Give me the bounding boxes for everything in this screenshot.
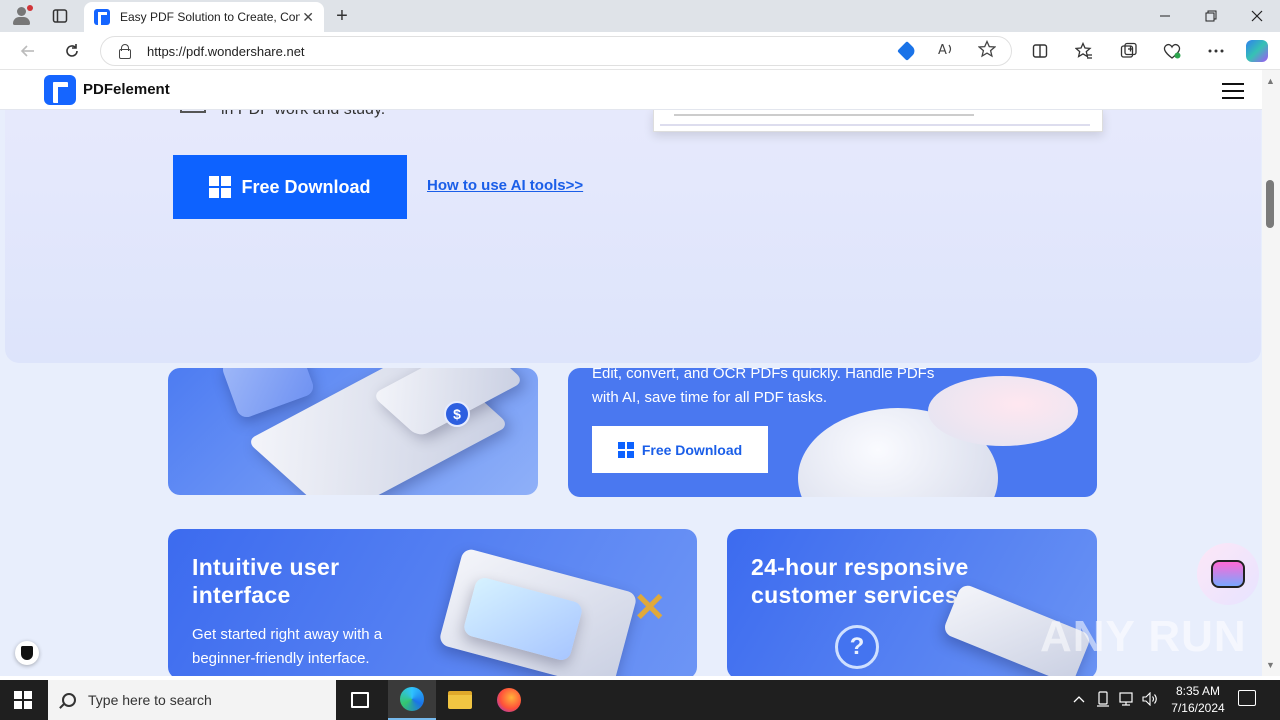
collections-icon[interactable] bbox=[1117, 40, 1141, 62]
pdfelement-logo-icon[interactable] bbox=[44, 75, 76, 105]
feature-card-convert: Edit, convert, and OCR PDFs quickly. Han… bbox=[568, 368, 1097, 497]
taskbar-clock[interactable]: 8:35 AM 7/16/2024 bbox=[1160, 683, 1236, 717]
show-hidden-icons-chevron-icon[interactable] bbox=[1070, 690, 1088, 708]
convert-text-line1: Edit, convert, and OCR PDFs quickly. Han… bbox=[592, 368, 935, 382]
browser-titlebar: Easy PDF Solution to Create, Con ✕ + bbox=[0, 0, 1280, 32]
favorite-star-icon[interactable] bbox=[977, 39, 997, 59]
read-aloud-icon[interactable]: A bbox=[937, 39, 957, 59]
pedestal-top-illustration bbox=[928, 376, 1078, 446]
hero-download-label: Free Download bbox=[241, 176, 371, 197]
wondershare-favicon-icon bbox=[94, 9, 110, 25]
restore-icon[interactable] bbox=[1188, 0, 1234, 32]
page-viewport: in PDF work and study. Free Download How… bbox=[0, 70, 1262, 676]
menu-hamburger-icon[interactable] bbox=[1222, 83, 1244, 99]
task-view-icon[interactable] bbox=[336, 680, 384, 720]
chat-assistant-icon[interactable] bbox=[1197, 543, 1259, 605]
tab-close-icon[interactable]: ✕ bbox=[302, 9, 314, 26]
scrollbar-thumb[interactable] bbox=[1266, 180, 1274, 228]
refresh-icon[interactable] bbox=[60, 39, 84, 63]
search-icon bbox=[62, 693, 76, 707]
taskbar-date: 7/16/2024 bbox=[1171, 701, 1225, 715]
taskbar-search-box[interactable]: Type here to search bbox=[48, 680, 336, 720]
taskbar-search-placeholder: Type here to search bbox=[88, 692, 212, 708]
dollar-coin-icon: $ bbox=[444, 401, 470, 427]
card-free-download-button[interactable]: Free Download bbox=[592, 426, 768, 473]
svg-text:A: A bbox=[938, 43, 947, 57]
volume-icon[interactable] bbox=[1141, 690, 1159, 708]
ui-text-line1: Get started right away with a bbox=[192, 626, 383, 643]
file-explorer-icon[interactable] bbox=[436, 680, 484, 720]
address-bar[interactable]: https://pdf.wondershare.net bbox=[100, 36, 1012, 66]
tab-title: Easy PDF Solution to Create, Con bbox=[120, 10, 300, 24]
favorites-icon[interactable] bbox=[1072, 40, 1096, 62]
scroll-up-icon[interactable]: ▲ bbox=[1266, 76, 1275, 86]
app-screenshot-mockup bbox=[653, 108, 1103, 132]
windows-start-icon[interactable] bbox=[14, 691, 32, 709]
ui-title-line1: Intuitive user bbox=[192, 554, 340, 580]
how-to-use-ai-link[interactable]: How to use AI tools>> bbox=[427, 177, 583, 194]
url-text: https://pdf.wondershare.net bbox=[147, 43, 305, 59]
site-header: PDFelement bbox=[0, 70, 1262, 110]
cross-shape-illustration: ✕ bbox=[633, 586, 667, 630]
feature-card-intuitive-ui: Intuitive user interface Get started rig… bbox=[168, 529, 697, 676]
minimize-icon[interactable] bbox=[1142, 0, 1188, 32]
windows-logo-icon bbox=[209, 176, 232, 198]
taskbar-time: 8:35 AM bbox=[1175, 684, 1221, 698]
site-logo-text[interactable]: PDFelement bbox=[83, 81, 170, 98]
question-mark-icon: ? bbox=[835, 625, 879, 669]
support-title-line1: 24-hour responsive bbox=[751, 554, 969, 580]
ui-text-line2: beginner-friendly interface. bbox=[192, 650, 370, 667]
device-tray-icon[interactable] bbox=[1094, 690, 1112, 708]
hero-free-download-button[interactable]: Free Download bbox=[173, 155, 407, 219]
shopping-tag-icon[interactable] bbox=[897, 39, 917, 61]
anyrun-watermark: ANY RUN bbox=[1040, 612, 1247, 661]
page-scrollbar[interactable]: ▲ ▼ bbox=[1262, 70, 1280, 676]
hero-section: in PDF work and study. Free Download How… bbox=[5, 70, 1261, 363]
lock-icon[interactable] bbox=[117, 44, 131, 59]
ui-title-line2: interface bbox=[192, 582, 291, 608]
firefox-taskbar-icon[interactable] bbox=[485, 680, 533, 720]
card-download-label: Free Download bbox=[641, 441, 743, 458]
profile-icon[interactable] bbox=[10, 4, 34, 28]
tab-actions-icon[interactable] bbox=[48, 4, 72, 28]
windows-logo-icon bbox=[617, 441, 634, 458]
window-close-icon[interactable] bbox=[1234, 0, 1280, 32]
privacy-shield-icon[interactable] bbox=[15, 641, 39, 665]
scroll-down-icon[interactable]: ▼ bbox=[1266, 660, 1275, 670]
copilot-icon[interactable] bbox=[1245, 40, 1269, 62]
tab-pdfelement[interactable]: Easy PDF Solution to Create, Con ✕ bbox=[84, 2, 324, 32]
support-title-line2: customer services bbox=[751, 582, 959, 608]
split-screen-icon[interactable] bbox=[1028, 40, 1052, 62]
browser-essentials-icon[interactable] bbox=[1160, 40, 1184, 62]
network-icon[interactable] bbox=[1117, 690, 1135, 708]
back-icon[interactable] bbox=[16, 39, 40, 63]
new-tab-button[interactable]: + bbox=[330, 4, 354, 28]
edge-taskbar-icon[interactable] bbox=[388, 680, 436, 720]
more-options-icon[interactable] bbox=[1204, 40, 1228, 62]
windows-taskbar: Type here to search 8:35 AM 7/16/2024 bbox=[0, 680, 1280, 720]
feature-card-illustration: $ bbox=[168, 368, 538, 495]
convert-text-line2: with AI, save time for all PDF tasks. bbox=[592, 389, 828, 406]
notifications-icon[interactable] bbox=[1238, 690, 1256, 706]
